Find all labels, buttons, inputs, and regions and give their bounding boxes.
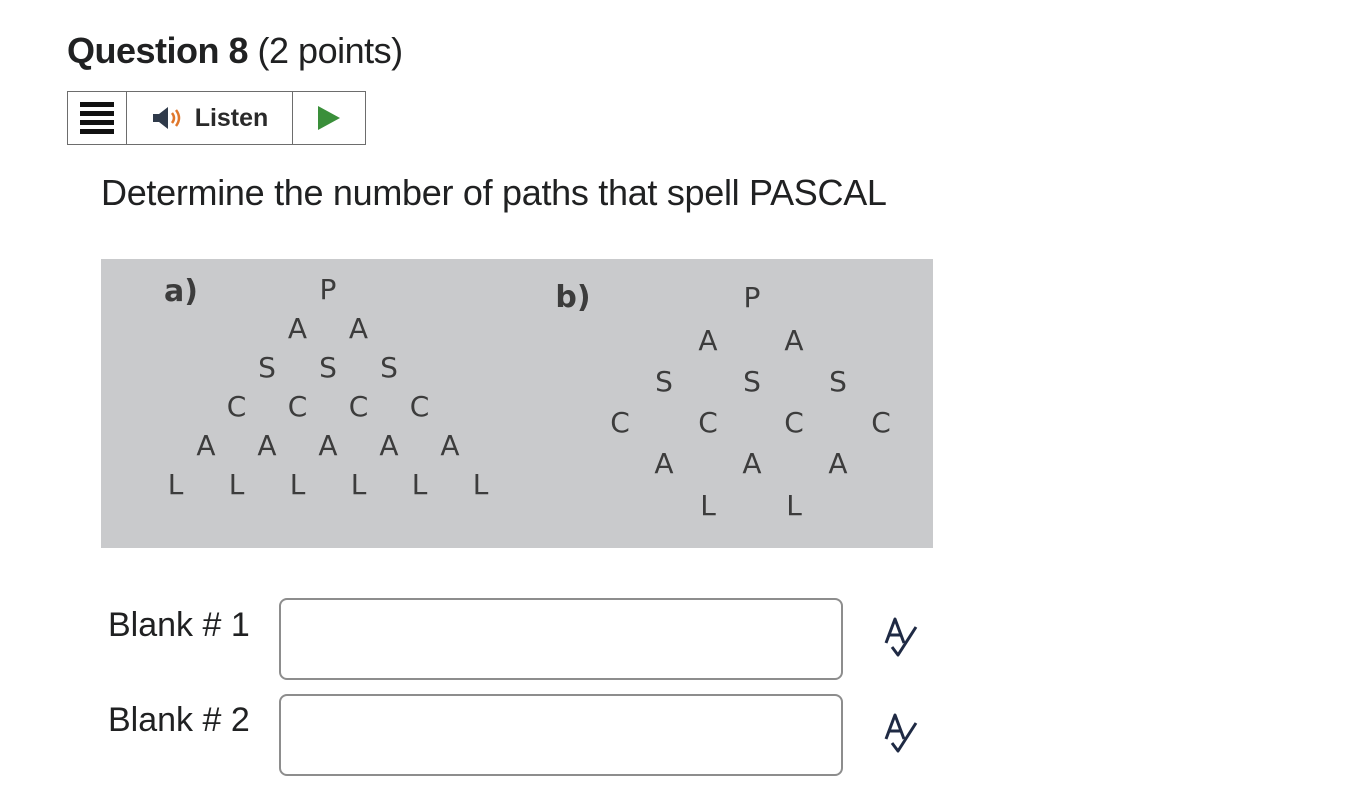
listen-label: Listen (194, 103, 269, 132)
panel-a-letter: A (379, 429, 398, 462)
panel-a-letter: C (227, 390, 247, 423)
panel-b-letter: A (654, 447, 673, 480)
panel-b-letter: C (784, 406, 804, 439)
question-points: (2 points) (257, 30, 404, 71)
panel-a-letter: C (288, 390, 308, 423)
panel-a-letter: S (258, 351, 276, 384)
listen-button[interactable]: Listen (127, 92, 293, 144)
panel-a-letter: L (168, 468, 184, 501)
panel-a-letter: A (349, 312, 368, 345)
play-icon (318, 106, 340, 130)
panel-a-letter: L (412, 468, 428, 501)
panel-b-letter: L (700, 489, 716, 522)
panel-a-letter: C (349, 390, 369, 423)
panel-b-letter: A (742, 447, 761, 480)
blank-1-label: Blank # 1 (108, 606, 250, 644)
panel-b-letter: L (786, 489, 802, 522)
panel-a-letter: S (380, 351, 398, 384)
panel-b-letter: S (743, 365, 761, 398)
panel-b-label: b) (555, 280, 590, 315)
panel-a-letter: S (319, 351, 337, 384)
blank-1-input[interactable] (279, 598, 843, 680)
question-number: Question 8 (67, 30, 249, 71)
question-title: Question 8 (2 points) (67, 30, 403, 72)
panel-b-letter: C (698, 406, 718, 439)
panel-b-letter: S (655, 365, 673, 398)
panel-a-letter: L (290, 468, 306, 501)
spellcheck-icon[interactable] (878, 613, 924, 659)
panel-a-letter: A (257, 429, 276, 462)
panel-a-letter: P (320, 273, 337, 306)
blank-2-label: Blank # 2 (108, 701, 250, 739)
panel-b-letter: S (829, 365, 847, 398)
question-prompt: Determine the number of paths that spell… (101, 172, 887, 213)
blank-2-input[interactable] (279, 694, 843, 776)
panel-a-letter: A (440, 429, 459, 462)
speaker-icon (152, 107, 180, 129)
readspeaker-toolbar: Listen (67, 91, 366, 145)
panel-a-letter: L (473, 468, 489, 501)
play-button[interactable] (293, 92, 365, 144)
panel-a-letter: L (229, 468, 245, 501)
panel-a-label: a) (164, 274, 198, 309)
panel-a-letter: A (196, 429, 215, 462)
panel-a-letter: A (318, 429, 337, 462)
pascal-figure: a) P A A S S S C C C C A A A A A L L L L L Lb) P A A S S S C C C C A A A L L (101, 259, 933, 548)
panel-b-letter: P (744, 281, 761, 314)
panel-a-letter: C (410, 390, 430, 423)
spellcheck-icon[interactable] (878, 709, 924, 755)
panel-a-letter: L (351, 468, 367, 501)
panel-b-letter: A (828, 447, 847, 480)
panel-b-letter: A (698, 324, 717, 357)
hamburger-icon[interactable] (68, 92, 127, 144)
panel-a-letter: A (288, 312, 307, 345)
panel-b-letter: A (784, 324, 803, 357)
panel-b-letter: C (871, 406, 891, 439)
panel-b-letter: C (610, 406, 630, 439)
